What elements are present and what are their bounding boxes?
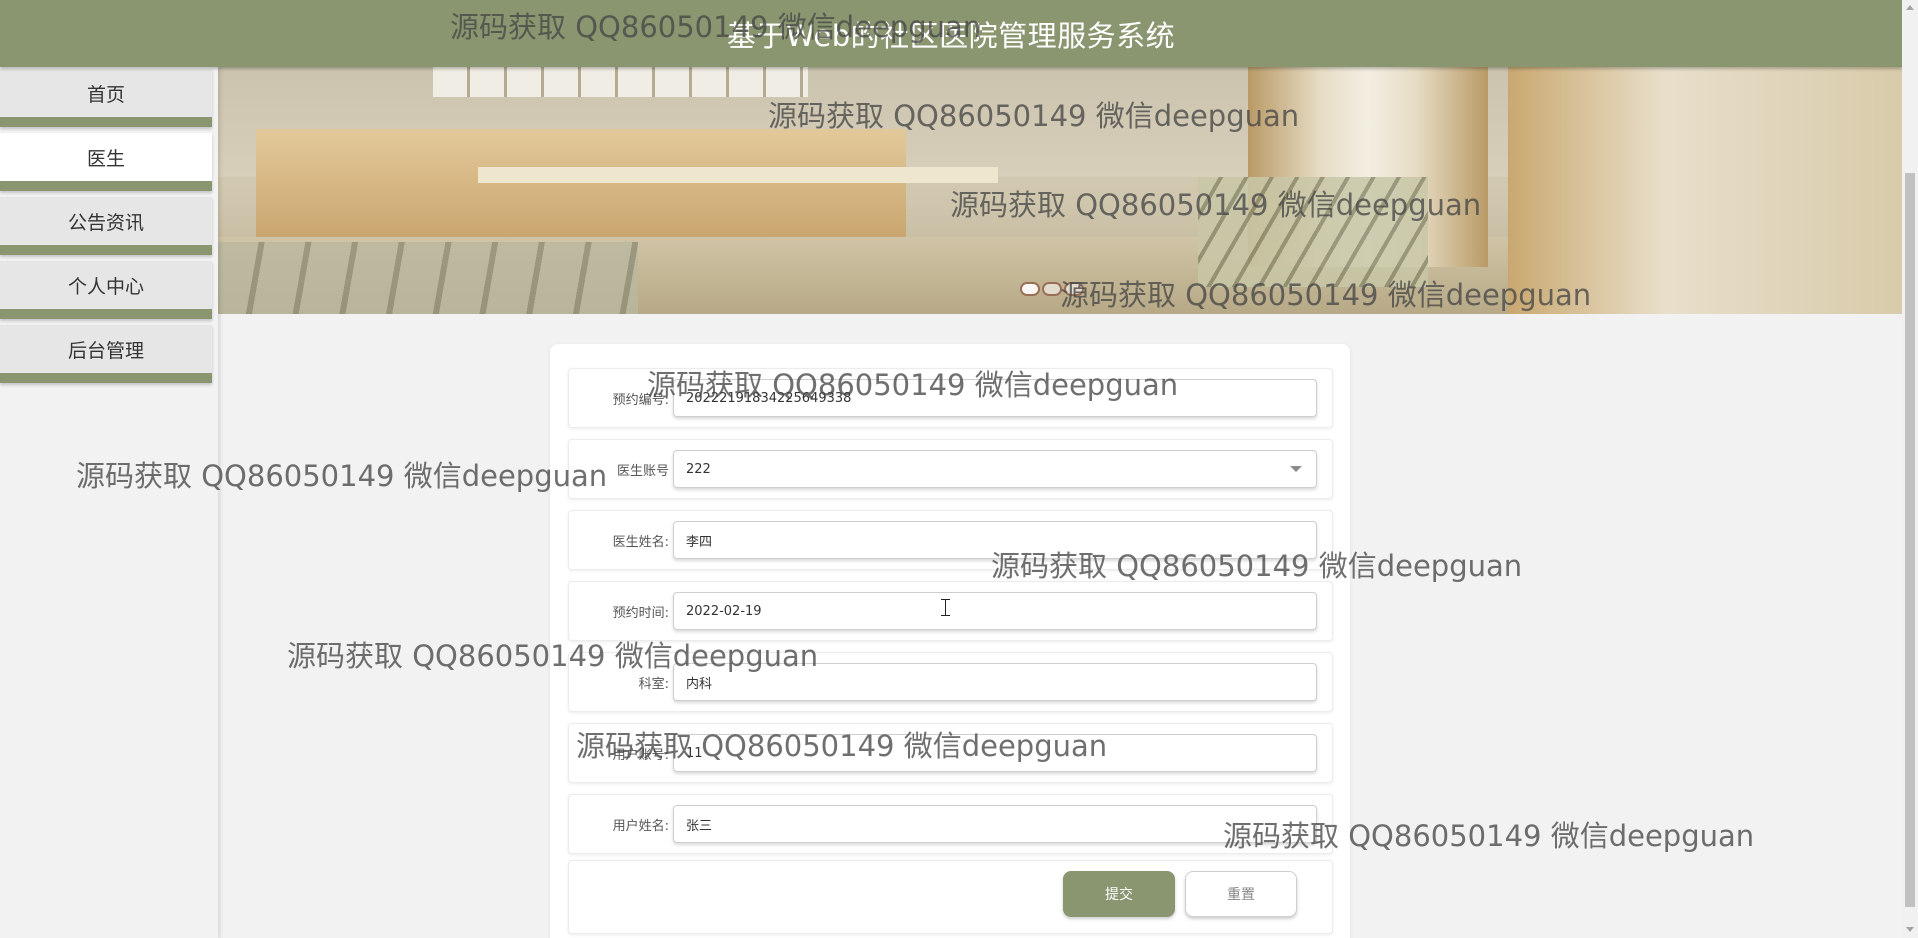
sidebar-item-admin[interactable]: 后台管理 xyxy=(0,325,212,383)
form-row-appointment-no: 预约编号: 20222191834225649338 xyxy=(568,368,1333,428)
appointment-no-label: 预约编号: xyxy=(612,392,669,408)
sidebar-item-home[interactable]: 首页 xyxy=(0,69,212,127)
sidebar-item-news[interactable]: 公告资讯 xyxy=(0,197,212,255)
banner-desk-top xyxy=(478,167,998,183)
carousel-dot-3[interactable] xyxy=(1066,284,1082,294)
appointment-form: 预约编号: 20222191834225649338 医生账号 222 医生姓名… xyxy=(550,344,1350,938)
carousel-dot-1[interactable] xyxy=(1022,284,1038,294)
page: 基于Web的社区医院管理服务系统 首页 医生 公告资讯 个人中心 后台管理 预约… xyxy=(0,0,1902,938)
text-cursor-icon xyxy=(941,599,950,616)
submit-button[interactable]: 提交 xyxy=(1063,871,1175,917)
sidebar-item-label: 首页 xyxy=(86,83,125,106)
doctor-account-select[interactable]: 222 xyxy=(673,450,1317,488)
form-row-doctor-account: 医生账号 222 xyxy=(568,439,1333,499)
vertical-scrollbar[interactable] xyxy=(1902,0,1918,938)
appointment-time-field[interactable]: 2022-02-19 xyxy=(673,592,1317,630)
banner-carousel xyxy=(218,67,1902,314)
form-row-doctor-name: 医生姓名: 李四 xyxy=(568,510,1333,570)
user-name-field[interactable]: 张三 xyxy=(673,805,1317,843)
user-account-field[interactable]: 11 xyxy=(673,734,1317,772)
banner-cabinets xyxy=(433,67,808,97)
appointment-no-field[interactable]: 20222191834225649338 xyxy=(673,379,1317,417)
department-label: 科室: xyxy=(638,676,669,692)
form-row-user-account: 用户账号: 11 xyxy=(568,723,1333,783)
form-row-department: 科室: 内科 xyxy=(568,652,1333,712)
scroll-down-arrow-icon[interactable] xyxy=(1906,927,1914,932)
user-account-label: 用户账号: xyxy=(612,747,669,763)
reset-button[interactable]: 重置 xyxy=(1185,871,1297,917)
sidebar-item-label: 后台管理 xyxy=(67,339,144,362)
sidebar-item-label: 个人中心 xyxy=(67,275,144,298)
sidebar: 首页 医生 公告资讯 个人中心 后台管理 xyxy=(0,67,218,938)
banner-left-chairs xyxy=(218,242,638,314)
sidebar-item-label: 医生 xyxy=(86,147,125,170)
department-field[interactable]: 内科 xyxy=(673,663,1317,701)
chevron-down-icon xyxy=(1290,466,1302,472)
scroll-up-arrow-icon[interactable] xyxy=(1906,5,1914,10)
sidebar-item-label: 公告资讯 xyxy=(67,211,144,234)
carousel-dot-2[interactable] xyxy=(1044,284,1060,294)
form-row-appointment-time: 预约时间: 2022-02-19 xyxy=(568,581,1333,641)
sidebar-item-profile[interactable]: 个人中心 xyxy=(0,261,212,319)
header-bar: 基于Web的社区医院管理服务系统 xyxy=(0,0,1902,67)
doctor-account-label: 医生账号 xyxy=(616,463,669,479)
page-title: 基于Web的社区医院管理服务系统 xyxy=(726,18,1176,53)
banner-right-wall xyxy=(1508,67,1902,314)
carousel-indicators xyxy=(1022,284,1082,294)
form-actions: 提交 重置 xyxy=(568,860,1333,934)
scrollbar-thumb[interactable] xyxy=(1905,173,1915,907)
banner-waiting-chairs xyxy=(1198,177,1428,287)
form-row-user-name: 用户姓名: 张三 xyxy=(568,794,1333,854)
doctor-name-field[interactable]: 李四 xyxy=(673,521,1317,559)
sidebar-item-doctor[interactable]: 医生 xyxy=(0,133,212,191)
user-name-label: 用户姓名: xyxy=(612,818,669,834)
appointment-time-label: 预约时间: xyxy=(612,605,669,621)
doctor-account-value: 222 xyxy=(686,461,711,477)
doctor-name-label: 医生姓名: xyxy=(612,534,669,550)
